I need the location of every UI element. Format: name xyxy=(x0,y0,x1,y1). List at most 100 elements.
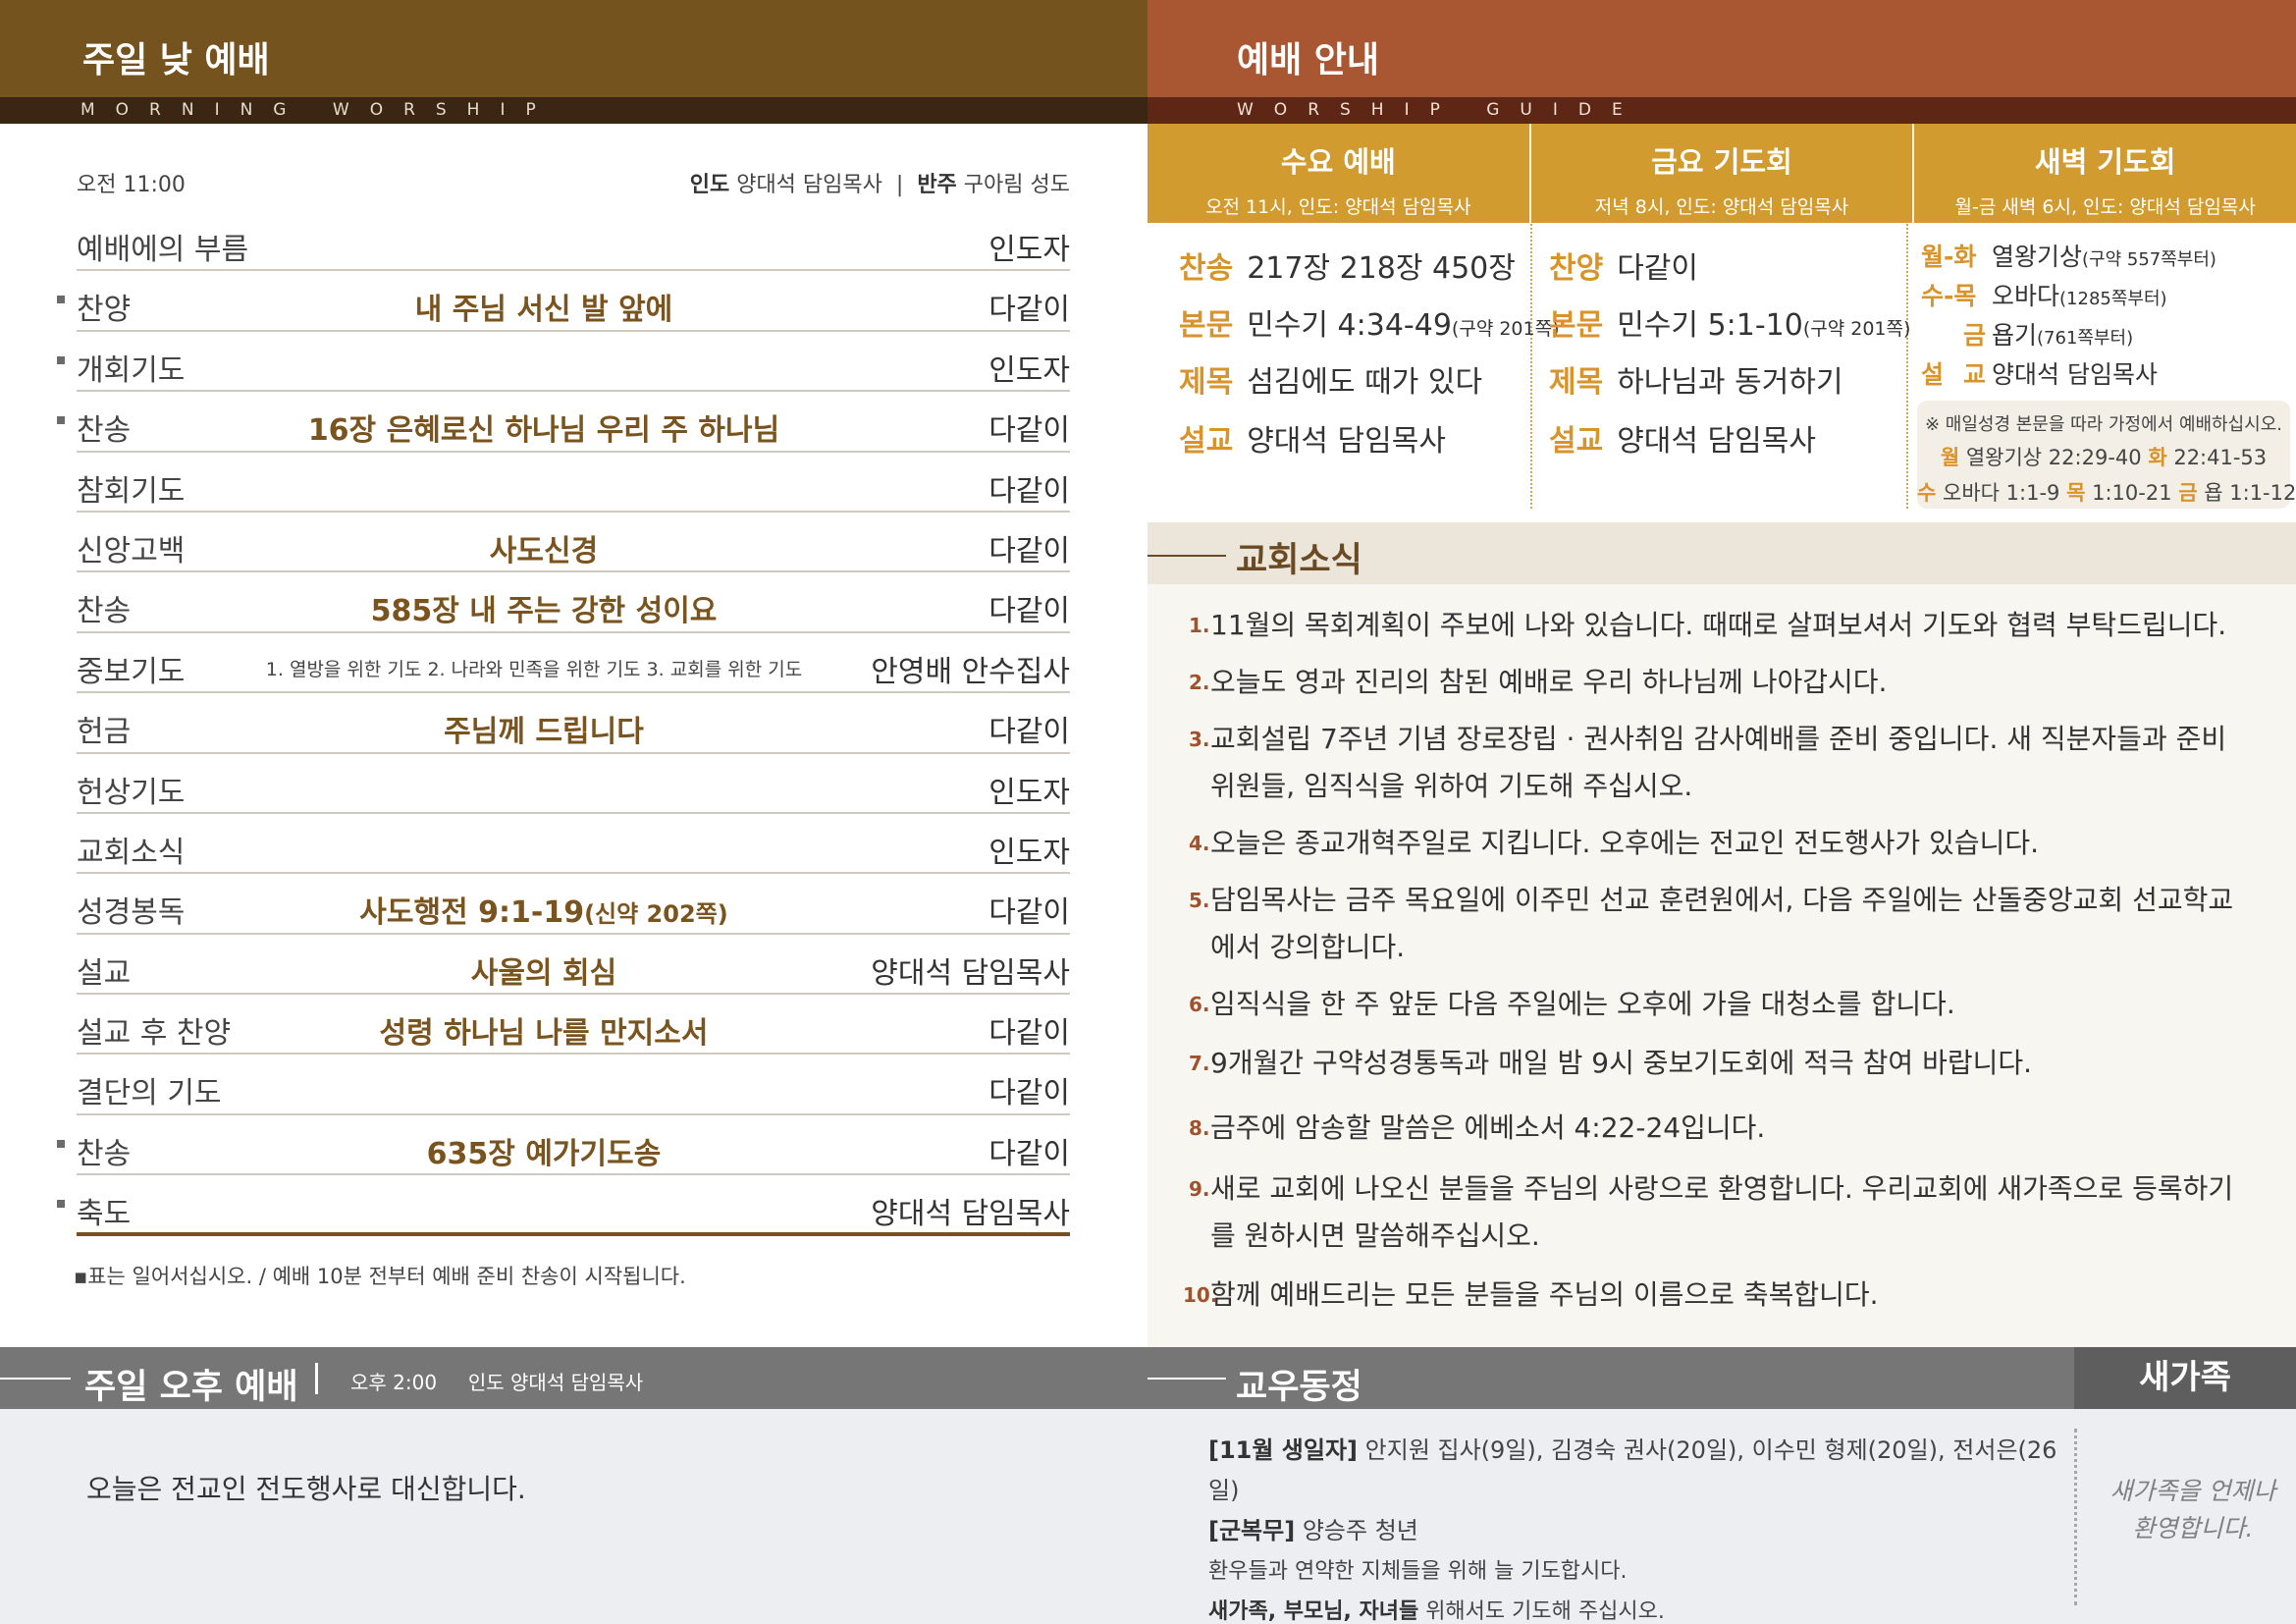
dawn-line-2-label: 수-목 xyxy=(1921,282,1977,310)
morning-title: 주일 낮 예배 xyxy=(82,40,270,81)
birthday-line: [11월 생일자] 안지원 집사(9일), 김경숙 권사(20일), 이수민 형… xyxy=(1208,1431,2072,1511)
order-item-who: 양대석 담임목사 xyxy=(871,955,1070,991)
dawn-line-3: 금 욥기(761쪽부터) xyxy=(1921,316,2133,352)
news-item: 1. 11월의 목회계획이 주보에 나와 있습니다. 때때로 살펴보셔서 기도와… xyxy=(1189,602,2249,649)
daily-bible-box: ※ 매일성경 본문을 따라 가정에서 예배하십시오. 월 열왕기상 22:29-… xyxy=(1917,401,2296,509)
header-rule xyxy=(0,1378,71,1380)
welcome-line-1: 새가족을 언제나 xyxy=(2109,1477,2276,1505)
order-row: 결단의 기도 다같이 xyxy=(77,1055,1070,1115)
news-title: 교회소식 xyxy=(1236,541,1362,580)
dawn-header: 새벽 기도회 월-금 새벽 6시, 인도: 양대석 담임목사 xyxy=(1912,124,2296,223)
daily-mon-label: 월 xyxy=(1940,446,1960,469)
wed-preacher-label: 설교 xyxy=(1179,424,1234,459)
order-item-who: 인도자 xyxy=(988,352,1070,388)
daily-wed: 오바다 1:1-9 xyxy=(1943,481,2060,505)
morning-meta: 오전 11:00 인도 양대석 담임목사 | 반주 구아림 성도 xyxy=(77,167,1070,197)
fri-topic-label: 제목 xyxy=(1549,365,1604,400)
order-item-who: 양대석 담임목사 xyxy=(871,1197,1070,1232)
order-item-content: 사도신경 xyxy=(489,533,599,568)
daily-note: ※ 매일성경 본문을 따라 가정에서 예배하십시오. xyxy=(1924,414,2283,435)
members-title: 교우동정 xyxy=(1236,1368,1362,1407)
order-row: 참회기도 다같이 xyxy=(77,453,1070,513)
order-item-content: 사울의 회심 xyxy=(470,955,617,991)
dawn-line-1: 월-화 열왕기상(구약 557쪽부터) xyxy=(1921,238,2216,273)
morning-worship-panel: 주일 낮 예배 MORNING WORSHIP 오전 11:00 인도 양대석 … xyxy=(0,0,1148,1624)
news-text: 오늘은 종교개혁주일로 지킵니다. 오후에는 전교인 전도행사가 있습니다. xyxy=(1210,827,2040,859)
new-family-welcome: 새가족을 언제나 환영합니다. xyxy=(2109,1473,2276,1547)
news-item: 3. 교회설립 7주년 기념 장로장립 · 권사취임 감사예배를 준비 중입니다… xyxy=(1189,716,2249,810)
dawn-line-3-value: 욥기 xyxy=(1992,321,2038,350)
order-item-name: 교회소식 xyxy=(77,835,186,870)
dawn-line-2-ref: (1285쪽부터) xyxy=(2059,289,2167,309)
order-item-who: 다같이 xyxy=(988,1076,1070,1111)
news-item: 8. 금주에 암송할 말씀은 에베소서 4:22-24입니다. xyxy=(1189,1105,2249,1152)
news-text: 금주에 암송할 말씀은 에베소서 4:22-24입니다. xyxy=(1210,1111,1766,1144)
dawn-line-3-ref: (761쪽부터) xyxy=(2037,328,2134,349)
order-item-who: 인도자 xyxy=(988,233,1070,267)
dawn-line-2: 수-목 오바다(1285쪽부터) xyxy=(1921,277,2167,312)
order-row: 찬송 16장 은혜로신 하나님 우리 주 하나님 다같이 xyxy=(57,392,1070,453)
order-row: 찬송 585장 내 주는 강한 성이요 다같이 xyxy=(77,572,1070,633)
stand-marker xyxy=(57,355,65,364)
leader-label: 인도 xyxy=(689,173,730,197)
fri-hymn-label: 찬양 xyxy=(1549,251,1604,286)
military-list: 양승주 청년 xyxy=(1302,1517,1418,1544)
dawn-line-3-label: 금 xyxy=(1962,321,1986,350)
wed-sub: 오전 11시, 인도: 양대석 담임목사 xyxy=(1205,196,1471,218)
afternoon-leader: 인도 양대석 담임목사 xyxy=(467,1371,644,1394)
guide-header: 예배 안내 xyxy=(1148,0,2296,97)
worship-guide-panel: 예배 안내 WORSHIP GUIDE 수요 예배 오전 11시, 인도: 양대… xyxy=(1148,0,2296,1624)
order-of-worship: 예배에의 부름 인도자 찬양 내 주님 서신 발 앞에 다같이 개회기도 인도자… xyxy=(57,211,1070,1236)
news-item: 10. 함께 예배드리는 모든 분들을 주님의 이름으로 축복합니다. xyxy=(1183,1272,2249,1319)
morning-time: 오전 11:00 xyxy=(77,173,186,197)
dawn-line-1-value: 열왕기상 xyxy=(1992,243,2083,271)
news-text: 담임목사는 금주 목요일에 이주민 선교 훈련원에서, 다음 주일에는 산돌중앙… xyxy=(1210,884,2234,963)
dotted-divider xyxy=(2074,1429,2077,1605)
news-item: 6. 임직식을 한 주 앞둔 다음 주일에는 오후에 가을 대청소를 합니다. xyxy=(1189,981,2249,1028)
news-item: 2. 오늘도 영과 진리의 참된 예배로 우리 하나님께 나아갑시다. xyxy=(1189,659,2249,706)
news-num: 6. xyxy=(1189,993,1210,1016)
order-item-who: 다같이 xyxy=(988,293,1070,328)
order-item-who: 다같이 xyxy=(988,533,1070,568)
daily-fri: 욥 1:1-12 xyxy=(2204,481,2296,505)
order-item-content: 16장 은혜로신 하나님 우리 주 하나님 xyxy=(307,413,780,449)
order-item-name: 예배에의 부름 xyxy=(77,233,249,267)
order-item-name: 찬송 xyxy=(77,1136,132,1171)
welcome-line-2: 환영합니다. xyxy=(2132,1514,2254,1543)
order-item-name: 헌금 xyxy=(77,715,132,750)
dawn-line-4-label: 설 교 xyxy=(1921,360,1986,389)
order-row: 중보기도 1. 열방을 위한 기도 2. 나라와 민족을 위한 기도 3. 교회… xyxy=(77,633,1070,694)
afternoon-info: 오후 2:00 인도 양대석 담임목사 xyxy=(350,1367,643,1395)
accomp-label: 반주 xyxy=(917,173,957,197)
order-row: 축도 양대석 담임목사 xyxy=(57,1175,1070,1236)
order-item-name: 결단의 기도 xyxy=(77,1076,222,1111)
daily-thu-label: 목 xyxy=(2066,481,2086,505)
guide-title: 예배 안내 xyxy=(1237,40,1380,81)
afternoon-title: 주일 오후 예배 xyxy=(84,1368,298,1407)
stand-marker xyxy=(57,1139,65,1148)
standing-note: ▪표는 일어서십시오. / 예배 10분 전부터 예배 준비 찬송이 시작됩니다… xyxy=(74,1265,686,1288)
wed-topic-label: 제목 xyxy=(1179,365,1234,400)
dawn-sub: 월-금 새벽 6시, 인도: 양대석 담임목사 xyxy=(1954,196,2256,218)
members-header: 교우동정 새가족 xyxy=(1148,1347,2296,1409)
order-row: 설교 후 찬양 성령 하나님 나를 만지소서 다같이 xyxy=(77,995,1070,1056)
order-row: 신앙고백 사도신경 다같이 xyxy=(77,513,1070,573)
dawn-line-4-value: 양대석 담임목사 xyxy=(1992,360,2158,389)
guide-subtitle: WORSHIP GUIDE xyxy=(1148,97,2296,124)
news-item: 4. 오늘은 종교개혁주일로 지킵니다. 오후에는 전교인 전도행사가 있습니다… xyxy=(1189,820,2249,867)
wed-details: 찬송 217장 218장 450장 본문 민수기 4:34-49(구약 201쪽) … xyxy=(1148,224,1560,509)
wed-text-value: 민수기 4:34-49 xyxy=(1247,308,1452,343)
order-item-content: 성령 하나님 나를 만지소서 xyxy=(379,1016,709,1052)
afternoon-text: 오늘은 전교인 전도행사로 대신합니다. xyxy=(86,1473,526,1505)
order-item-name: 성경봉독 xyxy=(77,895,186,931)
news-num: 1. xyxy=(1189,614,1210,637)
order-item-name: 설교 후 찬양 xyxy=(77,1016,232,1052)
order-item-who: 다같이 xyxy=(988,594,1070,629)
dawn-line-2-value: 오바다 xyxy=(1992,282,2060,310)
afternoon-header: 주일 오후 예배 오후 2:00 인도 양대석 담임목사 xyxy=(0,1347,1148,1409)
dawn-title: 새벽 기도회 xyxy=(2034,145,2176,179)
fri-hymn-value: 다같이 xyxy=(1617,251,1699,286)
order-row: 찬송 635장 예가기도송 다같이 xyxy=(57,1115,1070,1176)
order-item-who: 다같이 xyxy=(988,1016,1070,1052)
daily-thu: 1:10-21 xyxy=(2092,481,2172,505)
